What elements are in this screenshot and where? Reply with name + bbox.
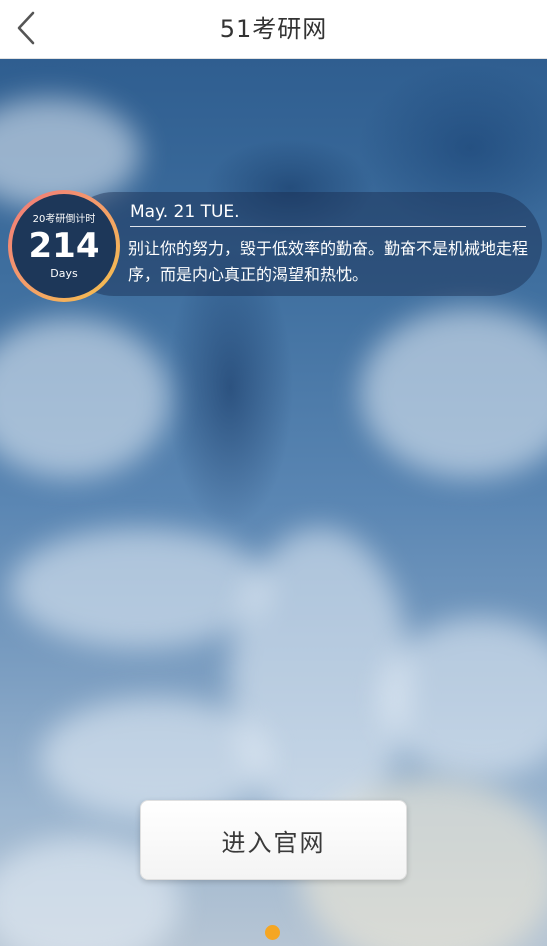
countdown-days: 214 (28, 226, 100, 266)
motto-text: 别让你的努力，毁于低效率的勤奋。勤奋不是机械地走程序，而是内心真正的渴望和热忱。 (128, 239, 529, 284)
splash-screen: 51考研网 20考研倒计时 214 Days May. 21 TUE. 别让你的… (0, 0, 547, 946)
date-label: May. 21 TUE. (130, 202, 526, 227)
countdown-unit: Days (50, 267, 78, 280)
countdown-badge-inner: 20考研倒计时 214 Days (12, 194, 116, 298)
countdown-badge: 20考研倒计时 214 Days (8, 190, 120, 302)
countdown-caption: 20考研倒计时 (32, 214, 96, 225)
enter-website-button[interactable]: 进入官网 (140, 800, 407, 880)
page-title: 51考研网 (219, 15, 328, 43)
countdown-card: 20考研倒计时 214 Days May. 21 TUE. 别让你的努力，毁于低… (8, 190, 542, 302)
top-bar: 51考研网 (0, 0, 547, 59)
page-indicator-dot[interactable] (265, 925, 280, 940)
